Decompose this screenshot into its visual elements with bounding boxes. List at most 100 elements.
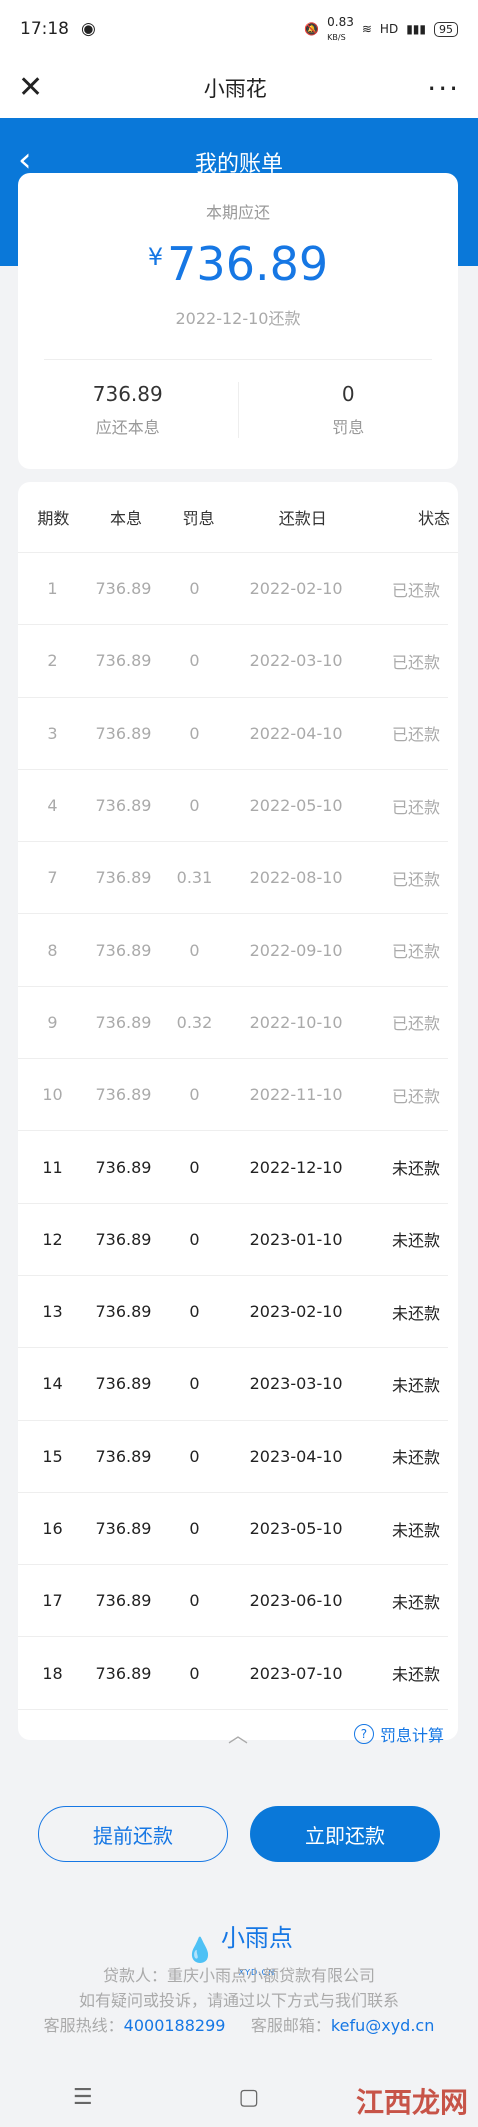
more-icon[interactable]: ··· — [427, 72, 460, 105]
home-icon[interactable]: ▢ — [238, 2085, 259, 2110]
cell-status: 已还款 — [391, 797, 440, 817]
cell-penalty: 0 — [189, 1519, 200, 1538]
speed-unit: KB/S — [327, 33, 346, 42]
cell-period: 8 — [47, 940, 58, 960]
cell-status: 未还款 — [391, 1159, 440, 1179]
cell-penalty: 0 — [189, 579, 200, 599]
cell-amount: 736.89 — [95, 940, 152, 960]
cell-date: 2023-05-10 — [249, 1519, 343, 1538]
current-due-amount: ¥736.89 — [18, 237, 458, 291]
raindrop-icon: 💧 — [185, 1935, 215, 1964]
cell-amount: 736.89 — [95, 796, 152, 816]
cell-period: 12 — [42, 1229, 63, 1249]
cell-date: 2023-03-10 — [249, 1374, 343, 1394]
header-status: 状态 — [417, 509, 450, 528]
hotline-label: 客服热线： — [43, 2016, 124, 2035]
cell-amount: 736.89 — [95, 1446, 152, 1466]
cell-status: 已还款 — [391, 652, 440, 672]
cell-period: 7 — [47, 868, 58, 888]
menu-icon[interactable]: ☰ — [73, 2085, 93, 2110]
cell-amount: 736.89 — [95, 1085, 152, 1105]
cell-amount: 736.89 — [95, 651, 152, 671]
cell-date: 2023-07-10 — [249, 1663, 343, 1683]
lender-text: 贷款人：重庆小雨点小额贷款有限公司 — [102, 1966, 375, 1985]
table-row: 2 736.89 0 2022-03-10 已还款 — [18, 625, 448, 698]
cell-penalty: 0 — [189, 723, 200, 743]
question-icon: ? — [353, 1723, 374, 1744]
table-footer: ︿ ? 罚息计算 — [18, 1710, 458, 1758]
cell-date: 2022-05-10 — [249, 796, 343, 816]
early-repay-button[interactable]: 提前还款 — [38, 1806, 228, 1862]
cell-penalty: 0 — [189, 1229, 200, 1249]
status-bar: 17:18 ◉ 🔕 0.83 KB/S ≋ HD ▮▮▮ 95 — [0, 0, 478, 58]
table-row: 1 736.89 0 2022-02-10 已还款 — [18, 553, 448, 626]
table-row: 16 736.89 0 2023-05-10 未还款 — [18, 1493, 448, 1566]
table-header: 期数 本息 罚息 还款日 状态 — [18, 482, 458, 553]
cell-status: 未还款 — [391, 1303, 440, 1323]
cell-amount: 736.89 — [95, 579, 152, 599]
penalty-value: 0 — [341, 382, 355, 406]
table-row: 14 736.89 0 2023-03-10 未还款 — [18, 1348, 448, 1421]
cell-penalty: 0 — [189, 1157, 200, 1177]
cell-status: 已还款 — [391, 942, 440, 962]
close-icon[interactable]: ✕ — [18, 73, 43, 103]
cell-amount: 736.89 — [95, 1591, 152, 1611]
cell-amount: 736.89 — [95, 1229, 152, 1249]
collapse-chevron-icon[interactable]: ︿ — [228, 1719, 248, 1748]
cell-period: 1 — [47, 579, 58, 599]
table-body: 1 736.89 0 2022-02-10 已还款 2 736.89 0 2022-03-10 已… — [18, 553, 458, 1710]
cell-penalty: 0 — [189, 1663, 200, 1683]
cell-period: 11 — [42, 1157, 63, 1177]
bill-summary-card: 本期应还 ¥736.89 2022-12-10还款 736.89 应还本息 0 … — [18, 173, 458, 469]
cell-date: 2023-04-10 — [249, 1446, 343, 1466]
table-row: 18 736.89 0 2023-07-10 未还款 — [18, 1637, 448, 1710]
cell-status: 未还款 — [391, 1375, 440, 1395]
contact-note: 如有疑问或投诉，请通过以下方式与我们联系 — [78, 1991, 399, 2010]
mute-icon: 🔕 — [304, 22, 320, 36]
principal-value: 736.89 — [92, 382, 163, 406]
cell-penalty: 0 — [189, 1446, 200, 1466]
cell-status: 未还款 — [391, 1448, 440, 1468]
cell-date: 2022-10-10 — [249, 1012, 343, 1032]
table-row: 9 736.89 0.32 2022-10-10 已还款 — [18, 987, 448, 1060]
cell-amount: 736.89 — [95, 1012, 152, 1032]
cell-period: 9 — [47, 1012, 58, 1032]
cell-date: 2023-01-10 — [249, 1229, 343, 1249]
cell-status: 已还款 — [391, 725, 440, 745]
network-speed: 0.83 KB/S — [327, 15, 354, 43]
principal-label: 应还本息 — [95, 418, 160, 437]
app-title: 小雨花 — [203, 77, 267, 101]
cell-amount: 736.89 — [95, 723, 152, 743]
cell-penalty: 0 — [189, 1374, 200, 1394]
table-row: 15 736.89 0 2023-04-10 未还款 — [18, 1421, 448, 1493]
cell-amount: 736.89 — [95, 1157, 152, 1177]
watermark: 江西龙网 — [355, 2086, 468, 2119]
penalty-calc-link[interactable]: ? 罚息计算 — [353, 1722, 444, 1746]
cell-period: 14 — [42, 1374, 63, 1394]
cell-penalty: 0 — [189, 651, 200, 671]
table-row: 13 736.89 0 2023-02-10 未还款 — [18, 1276, 448, 1349]
cell-penalty: 0.32 — [176, 1012, 213, 1032]
due-date: 2022-12-10还款 — [175, 309, 301, 328]
cell-status: 已还款 — [391, 1086, 440, 1106]
pay-now-button[interactable]: 立即还款 — [250, 1806, 440, 1862]
cell-period: 3 — [47, 723, 58, 743]
notification-icon: ◉ — [81, 19, 96, 39]
email-link[interactable]: kefu@xyd.cn — [331, 2016, 434, 2035]
cell-period: 13 — [42, 1302, 63, 1322]
cell-penalty: 0 — [189, 940, 200, 960]
table-row: 3 736.89 0 2022-04-10 已还款 — [18, 698, 448, 770]
table-row: 8 736.89 0 2022-09-10 已还款 — [18, 914, 448, 987]
cell-status: 未还款 — [391, 1231, 440, 1251]
header-period: 期数 — [37, 509, 70, 528]
cell-period: 2 — [47, 651, 58, 671]
currency-symbol: ¥ — [147, 243, 164, 271]
header-date: 还款日 — [278, 509, 327, 528]
cell-status: 已还款 — [391, 580, 440, 600]
hotline-link[interactable]: 4000188299 — [124, 2016, 226, 2035]
repayment-schedule-table: 期数 本息 罚息 还款日 状态 1 736.89 0 2022-02-10 已还款 2 73… — [18, 482, 458, 1747]
contact-line: 客服热线：4000188299 客服邮箱：kefu@xyd.cn — [0, 2013, 478, 2038]
cell-date: 2022-09-10 — [249, 940, 343, 960]
cell-date: 2022-12-10 — [249, 1157, 343, 1177]
cell-amount: 736.89 — [95, 1302, 152, 1322]
